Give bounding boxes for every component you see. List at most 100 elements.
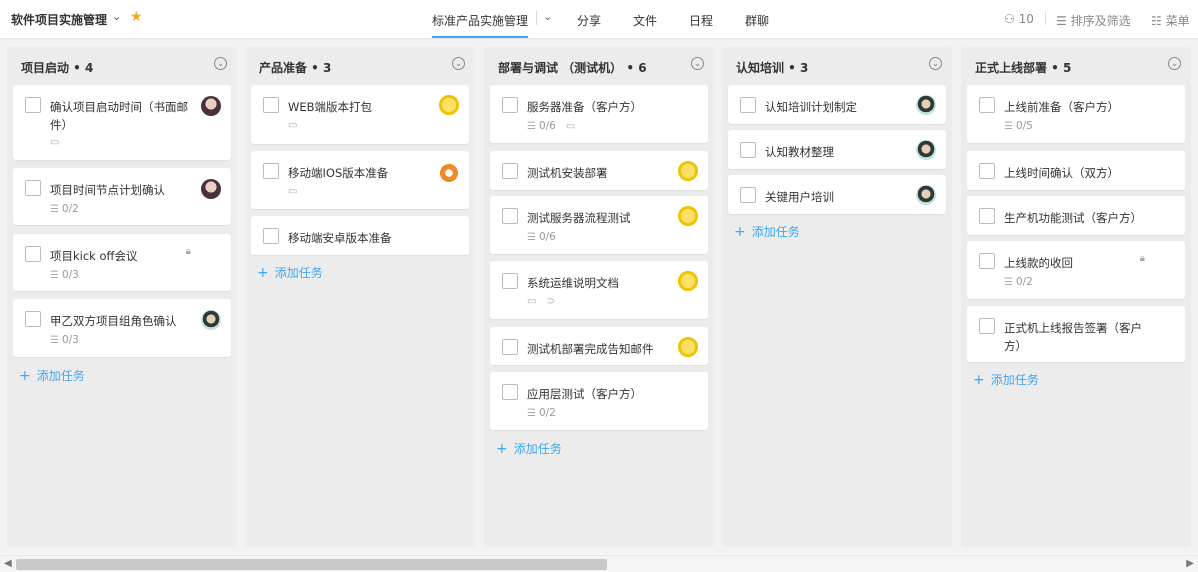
plus-icon: + bbox=[734, 223, 746, 240]
task-card[interactable]: 正式机上线报告签署（客户方） bbox=[967, 306, 1185, 362]
task-card[interactable]: 认知培训计划制定 bbox=[728, 85, 946, 124]
task-card[interactable]: 测试机安装部署 bbox=[490, 151, 708, 190]
add-task-button[interactable]: + 添加任务 bbox=[734, 223, 800, 240]
task-card[interactable]: 移动端IOS版本准备 ▭ bbox=[251, 151, 469, 209]
task-checkbox[interactable] bbox=[502, 339, 518, 355]
avatar[interactable] bbox=[678, 161, 698, 181]
avatar[interactable] bbox=[678, 206, 698, 226]
task-card[interactable]: 关键用户培训 bbox=[728, 175, 946, 214]
add-task-label: 添加任务 bbox=[513, 442, 562, 456]
task-card[interactable]: 测试服务器流程测试 ☰ 0/6 bbox=[490, 196, 708, 254]
task-card[interactable]: 项目时间节点计划确认 ☰ 0/2 bbox=[13, 168, 231, 225]
task-card[interactable]: 上线前准备（客户方） ☰ 0/5 bbox=[967, 85, 1185, 143]
avatar[interactable] bbox=[678, 271, 698, 291]
sort-filter-button[interactable]: ☰ 排序及筛选 bbox=[1056, 12, 1131, 29]
user-icon: ⚇ bbox=[1004, 12, 1015, 26]
column-deploy-debug: 部署与调试 （测试机） • 6 ⌄ 服务器准备（客户方） ☰ 0/6 ▭ 测试机安… bbox=[484, 47, 714, 547]
project-title[interactable]: 软件项目实施管理 bbox=[11, 11, 107, 28]
chevron-down-icon[interactable]: ⌄ bbox=[929, 57, 942, 70]
task-card[interactable]: 系统运维说明文档 ▭ ⊃ bbox=[490, 261, 708, 319]
task-checkbox[interactable] bbox=[979, 163, 995, 179]
avatar[interactable] bbox=[201, 179, 221, 199]
task-card[interactable]: 项目kick off会议 🔒︎ ☰ 0/3 bbox=[13, 234, 231, 291]
chevron-down-icon[interactable]: ⌄ bbox=[452, 57, 465, 70]
task-checkbox[interactable] bbox=[502, 273, 518, 289]
task-checkbox[interactable] bbox=[740, 142, 756, 158]
avatar[interactable] bbox=[916, 140, 936, 160]
task-checkbox[interactable] bbox=[25, 97, 41, 113]
tab-files[interactable]: 文件 bbox=[633, 12, 657, 29]
task-checkbox[interactable] bbox=[502, 163, 518, 179]
task-checkbox[interactable] bbox=[25, 246, 41, 262]
avatar[interactable] bbox=[439, 95, 459, 115]
task-title: 测试机安装部署 bbox=[527, 166, 608, 180]
menu-button[interactable]: ☷ 菜单 bbox=[1151, 12, 1190, 29]
task-card[interactable]: 移动端安卓版本准备 bbox=[251, 216, 469, 255]
task-checkbox[interactable] bbox=[979, 208, 995, 224]
task-card[interactable]: 应用层测试（客户方） ☰ 0/2 bbox=[490, 372, 708, 430]
task-title: 项目时间节点计划确认 bbox=[50, 183, 165, 197]
task-checkbox[interactable] bbox=[979, 97, 995, 113]
comment-icon: ▭ bbox=[527, 296, 537, 307]
task-card[interactable]: 上线时间确认（双方） bbox=[967, 151, 1185, 190]
add-task-button[interactable]: + 添加任务 bbox=[19, 367, 85, 384]
task-checkbox[interactable] bbox=[502, 97, 518, 113]
task-checkbox[interactable] bbox=[502, 208, 518, 224]
avatar[interactable] bbox=[201, 310, 221, 330]
subtask-count: 0/2 bbox=[61, 203, 79, 215]
task-card[interactable]: 认知教材整理 bbox=[728, 130, 946, 169]
tab-standard-product[interactable]: 标准产品实施管理 bbox=[432, 12, 528, 29]
task-card[interactable]: 生产机功能测试（客户方） bbox=[967, 196, 1185, 235]
task-card[interactable]: 确认项目启动时间（书面邮件） ▭ bbox=[13, 85, 231, 160]
scroll-right-icon[interactable]: ▶ bbox=[1186, 558, 1194, 569]
scroll-left-icon[interactable]: ◀ bbox=[4, 558, 12, 569]
task-title: 应用层测试（客户方） bbox=[527, 387, 642, 401]
task-meta: ☰ 0/2 bbox=[50, 203, 79, 215]
avatar[interactable] bbox=[201, 96, 221, 116]
task-checkbox[interactable] bbox=[502, 384, 518, 400]
task-checkbox[interactable] bbox=[263, 228, 279, 244]
task-card[interactable]: 测试机部署完成告知邮件 bbox=[490, 327, 708, 365]
comment-icon: ▭ bbox=[565, 120, 576, 132]
task-card[interactable]: 上线款的收回 🔒︎ ☰ 0/2 bbox=[967, 241, 1185, 299]
add-task-button[interactable]: + 添加任务 bbox=[973, 371, 1039, 388]
tab-schedule[interactable]: 日程 bbox=[689, 12, 713, 29]
chevron-down-icon[interactable]: ⌄ bbox=[214, 57, 227, 70]
task-title: 移动端安卓版本准备 bbox=[288, 231, 392, 245]
task-checkbox[interactable] bbox=[263, 97, 279, 113]
add-task-button[interactable]: + 添加任务 bbox=[257, 264, 323, 281]
task-card[interactable]: 服务器准备（客户方） ☰ 0/6 ▭ bbox=[490, 85, 708, 143]
column-title: 部署与调试 （测试机） • 6 bbox=[498, 61, 647, 75]
tab-share[interactable]: 分享 bbox=[577, 12, 601, 29]
column-awareness-training: 认知培训 • 3 ⌄ 认知培训计划制定 认知教材整理 关键用户培训 + 添加任务 bbox=[722, 47, 952, 547]
star-icon[interactable]: ★ bbox=[130, 9, 143, 25]
chevron-down-icon[interactable]: ⌄ bbox=[543, 10, 552, 23]
task-checkbox[interactable] bbox=[25, 311, 41, 327]
task-card[interactable]: WEB端版本打包 ▭ bbox=[251, 85, 469, 144]
scrollbar-thumb[interactable] bbox=[16, 559, 607, 570]
tab-group-chat[interactable]: 群聊 bbox=[745, 12, 769, 29]
task-checkbox[interactable] bbox=[979, 253, 995, 269]
avatar[interactable] bbox=[916, 185, 936, 205]
members-button[interactable]: ⚇ 10 bbox=[1004, 12, 1034, 26]
task-checkbox[interactable] bbox=[979, 318, 995, 334]
chevron-down-icon[interactable]: ⌄ bbox=[112, 10, 121, 23]
task-checkbox[interactable] bbox=[263, 163, 279, 179]
task-checkbox[interactable] bbox=[740, 97, 756, 113]
avatar[interactable] bbox=[916, 95, 936, 115]
plus-icon: + bbox=[973, 371, 985, 388]
horizontal-scrollbar[interactable]: ◀ ▶ bbox=[0, 555, 1198, 572]
avatar[interactable] bbox=[439, 162, 459, 182]
chevron-down-icon[interactable]: ⌄ bbox=[1168, 57, 1181, 70]
add-task-label: 添加任务 bbox=[274, 266, 323, 280]
task-title: 测试服务器流程测试 bbox=[527, 211, 631, 225]
task-checkbox[interactable] bbox=[740, 187, 756, 203]
task-checkbox[interactable] bbox=[25, 180, 41, 196]
chevron-down-icon[interactable]: ⌄ bbox=[691, 57, 704, 70]
task-card[interactable]: 甲乙双方项目组角色确认 ☰ 0/3 bbox=[13, 299, 231, 357]
task-meta: ☰ 0/5 bbox=[1004, 120, 1033, 132]
avatar[interactable] bbox=[678, 337, 698, 357]
column-title: 正式上线部署 • 5 bbox=[975, 61, 1072, 75]
add-task-label: 添加任务 bbox=[990, 373, 1039, 387]
add-task-button[interactable]: + 添加任务 bbox=[496, 440, 562, 457]
